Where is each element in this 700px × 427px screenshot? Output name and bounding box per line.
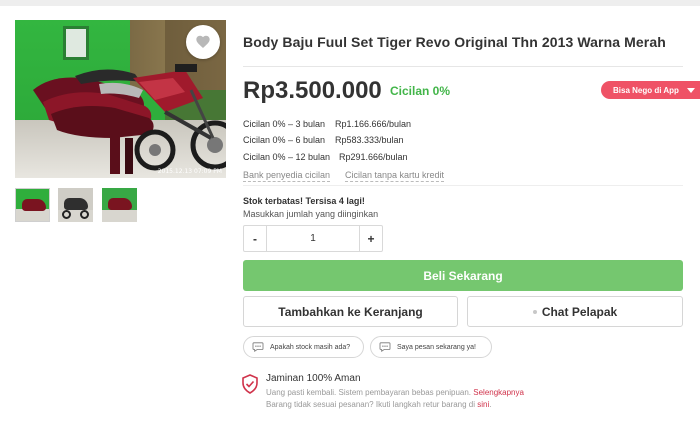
divider (243, 66, 683, 67)
product-title: Body Baju Fuul Set Tiger Revo Original T… (243, 34, 666, 50)
thumbnail-bike (22, 199, 46, 211)
quantity-decrease-button[interactable]: - (244, 226, 267, 251)
thumbnail-2[interactable] (58, 188, 93, 222)
top-border (0, 0, 700, 6)
thumbnail-1[interactable] (15, 188, 50, 222)
installment-term: Cicilan 0% – 6 bulan (243, 135, 326, 145)
installment-amount: Rp291.666/bulan (339, 152, 408, 162)
quantity-input[interactable]: 1 (267, 226, 359, 251)
quick-reply-label: Saya pesan sekarang ya! (397, 343, 476, 351)
installment-term: Cicilan 0% – 3 bulan (243, 119, 326, 129)
chat-seller-button[interactable]: Chat Pelapak (467, 296, 683, 327)
quick-reply-label: Apakah stock masih ada? (270, 343, 351, 351)
chat-bubble-icon (379, 342, 391, 352)
bank-provider-link[interactable]: Bank penyedia cicilan (243, 170, 331, 182)
buy-now-button[interactable]: Beli Sekarang (243, 260, 683, 291)
guarantee-more-link[interactable]: Selengkapnya (473, 388, 524, 397)
thumbnail-bike (108, 198, 132, 210)
thumbnail-bike (64, 198, 88, 210)
installment-amount: Rp583.333/bulan (335, 135, 404, 145)
guarantee-line-1: Uang pasti kembali. Sistem pembayaran be… (266, 388, 524, 397)
guarantee-text: Uang pasti kembali. Sistem pembayaran be… (266, 388, 472, 397)
installment-amount: Rp1.166.666/bulan (335, 119, 412, 129)
installment-term: Cicilan 0% – 12 bulan (243, 152, 331, 162)
guarantee-text: Barang tidak sesuai pesanan? Ikuti langk… (266, 400, 476, 409)
thumbnail-floor (102, 210, 137, 222)
product-price: Rp3.500.000 (243, 77, 382, 104)
quantity-increase-button[interactable]: + (359, 226, 382, 251)
shield-icon (242, 374, 258, 394)
guarantee-period: . (489, 400, 492, 409)
quick-reply-stock[interactable]: Apakah stock masih ada? (243, 336, 364, 358)
quick-reply-order[interactable]: Saya pesan sekarang ya! (370, 336, 492, 358)
no-credit-card-link[interactable]: Cicilan tanpa kartu kredit (345, 170, 445, 182)
guarantee-title: Jaminan 100% Aman (266, 373, 361, 384)
chevron-down-icon (686, 87, 695, 93)
quantity-label: Masukkan jumlah yang diinginkan (243, 209, 379, 219)
chat-seller-label: Chat Pelapak (541, 304, 618, 319)
stock-note: Stok terbatas! Tersisa 4 lagi! (243, 196, 365, 206)
wishlist-button[interactable] (186, 25, 220, 59)
divider (243, 185, 683, 186)
chat-bubble-icon (252, 342, 264, 352)
installment-links: Bank penyedia cicilan Cicilan tanpa kart… (243, 170, 445, 182)
nego-badge[interactable]: Bisa Nego di App (601, 81, 700, 99)
chat-icon (532, 309, 537, 314)
nego-badge-label: Bisa Nego di App (613, 85, 679, 95)
quantity-stepper: - 1 + (243, 225, 383, 252)
heart-icon (196, 35, 210, 48)
return-policy-link[interactable]: sini (477, 400, 489, 409)
thumbnail-wheel (62, 210, 71, 219)
cicilan-zero-label: Cicilan 0% (390, 84, 451, 98)
add-to-cart-button[interactable]: Tambahkan ke Keranjang (243, 296, 458, 327)
guarantee-line-2: Barang tidak sesuai pesanan? Ikuti langk… (266, 400, 492, 409)
photo-timestamp: 2015.12.13 07:09 PM (157, 168, 222, 175)
thumbnail-wheel (80, 210, 89, 219)
thumbnail-3[interactable] (102, 188, 137, 222)
